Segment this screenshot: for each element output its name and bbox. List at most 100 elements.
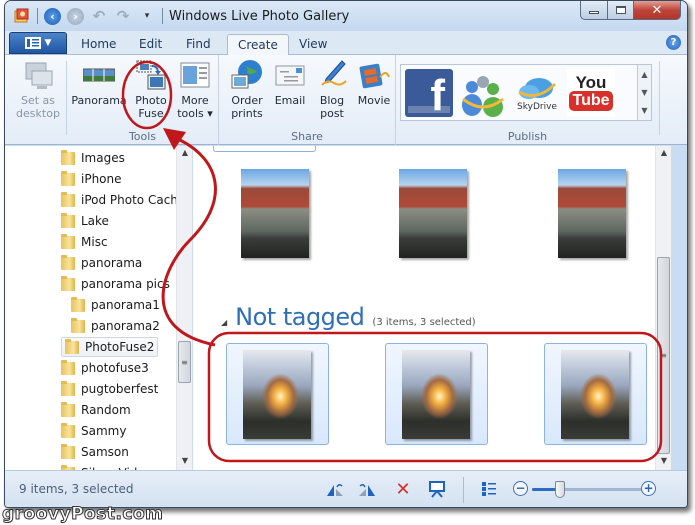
customize-dropdown-icon[interactable]: ▾ [138, 7, 156, 25]
desktop-icon [25, 62, 53, 89]
folder-tree-item[interactable]: panorama pics [61, 274, 170, 294]
folder-tree-item[interactable]: pugtoberfest [61, 379, 158, 399]
status-bar: 9 items, 3 selected ✕ − + [5, 470, 687, 507]
watermark: groovyPost.com [1, 504, 164, 525]
menu-icon [24, 37, 41, 49]
selected-photo-tile-1[interactable] [226, 343, 329, 445]
scroll-down-icon[interactable]: ▼ [177, 456, 193, 465]
folder-tree-scroll-thumb[interactable]: ≡ [178, 341, 191, 383]
tab-home[interactable]: Home [71, 34, 126, 55]
folder-tree-item[interactable]: iPod Photo Cache [61, 190, 185, 210]
folder-tree-item[interactable]: Lake [61, 211, 109, 231]
photo-fuse-button[interactable]: Photo Fuse [131, 59, 171, 120]
folder-tree-item[interactable]: Sammy [61, 421, 126, 441]
scroll-down-icon[interactable]: ▼ [656, 456, 672, 465]
tools-group-label: Tools [128, 130, 157, 143]
folder-tree-item[interactable]: panorama2 [71, 316, 160, 336]
folder-tree-item[interactable]: photofuse3 [61, 358, 149, 378]
skydrive-cloud-icon [518, 77, 557, 99]
folder-tree-item[interactable]: Random [61, 400, 131, 420]
movie-button[interactable]: Movie [355, 59, 393, 107]
gallery-expand-icon[interactable]: ▼ [641, 106, 647, 115]
folder-label: PhotoFuse2 [85, 340, 155, 354]
application-menu-button[interactable]: ▼ [9, 32, 67, 54]
photo-thumbnail-street-1[interactable] [241, 169, 309, 258]
folder-tree-item[interactable]: Images [61, 148, 125, 168]
help-icon[interactable]: ? [666, 35, 681, 50]
zoom-out-button[interactable]: − [513, 481, 528, 496]
scroll-up-icon[interactable]: ▲ [177, 148, 193, 157]
photo-browser-scroll-thumb[interactable]: ≡ [657, 257, 670, 454]
ribbon-tabs: ▼ Home Edit Find Create View ? [5, 31, 687, 56]
zoom-in-button[interactable]: + [641, 481, 656, 496]
folder-icon [61, 191, 75, 207]
folder-icon [61, 275, 75, 291]
gallery-scroll-up-icon[interactable]: ▲ [641, 70, 647, 79]
folder-label: panorama pics [81, 277, 170, 291]
close-icon: ✕ [651, 2, 663, 18]
folder-tree-item[interactable]: panorama [61, 253, 142, 273]
slideshow-button[interactable] [427, 479, 447, 499]
collapse-triangle-icon[interactable]: ◢ [221, 318, 227, 327]
rotate-left-button[interactable] [325, 479, 345, 499]
set-as-desktop-button[interactable]: Set as desktop [13, 59, 63, 120]
gallery-scroll-down-icon[interactable]: ▼ [641, 88, 647, 97]
group-header[interactable]: ◢ Not tagged (3 items, 3 selected) [221, 303, 476, 331]
photo-browser-scrollbar[interactable]: ▲ ≡ ▼ [655, 146, 671, 470]
scroll-up-icon[interactable]: ▲ [656, 148, 672, 157]
folder-label: iPhone [81, 172, 122, 186]
skydrive-publish-button[interactable]: SkyDrive [513, 69, 561, 117]
photo-thumbnail-street-3[interactable] [558, 169, 626, 258]
movie-filmstrip-icon [359, 63, 390, 89]
close-button[interactable]: ✕ [634, 1, 681, 20]
delete-button[interactable]: ✕ [393, 479, 413, 500]
tab-create[interactable]: Create [227, 34, 289, 56]
rotate-right-icon [359, 483, 375, 496]
folder-tree: Images iPhone iPod Photo Cache Lake Misc pano… [5, 146, 192, 470]
folder-tree-item[interactable]: Samson [61, 442, 129, 462]
photo-thumbnail-fireplace-3 [561, 350, 629, 439]
folder-tree-item[interactable]: PhotoFuse2 [61, 337, 159, 357]
minimize-icon [589, 10, 599, 14]
minimize-button[interactable] [580, 1, 608, 20]
blog-post-button[interactable]: Blog post [313, 59, 351, 120]
photo-thumbnail-street-2[interactable] [399, 169, 467, 258]
folder-tree-item[interactable]: panorama1 [71, 295, 160, 315]
maximize-button[interactable] [608, 1, 634, 20]
rotate-left-icon [327, 483, 343, 496]
windows-live-groups-publish-button[interactable] [459, 69, 507, 117]
back-icon[interactable]: ‹ [44, 7, 61, 25]
folder-tree-scrollbar[interactable]: ▲ ≡ ▼ [176, 146, 192, 470]
blog-post-label: Blog post [319, 94, 345, 120]
zoom-slider[interactable] [532, 481, 642, 498]
rotate-right-button[interactable] [357, 479, 377, 499]
forward-icon[interactable]: › [67, 7, 84, 25]
youtube-you-label: You [575, 73, 607, 92]
redo-icon[interactable]: ↷ [114, 7, 132, 25]
tab-find[interactable]: Find [176, 34, 221, 55]
panorama-button[interactable]: Panorama [71, 59, 127, 107]
window-title: Windows Live Photo Gallery [169, 8, 350, 24]
photo-thumbnail-fireplace-2 [402, 350, 470, 439]
details-view-button[interactable] [479, 479, 499, 499]
facebook-publish-button[interactable]: f [405, 68, 453, 117]
folder-tree-item[interactable]: Misc [61, 232, 108, 252]
folder-tree-item[interactable]: iPhone [61, 169, 122, 189]
tab-view[interactable]: View [289, 34, 337, 55]
youtube-publish-button[interactable]: You Tube [567, 68, 615, 117]
more-tools-button[interactable]: More tools ▾ [175, 59, 215, 120]
folder-tree-item[interactable]: Silver Videos [61, 463, 158, 470]
email-button[interactable]: Email [271, 59, 309, 107]
previous-tile[interactable] [213, 146, 316, 152]
order-prints-button[interactable]: Order prints [227, 59, 267, 120]
selected-photo-tile-2[interactable] [385, 343, 488, 445]
ribbon: Set as desktop Panorama Photo Fuse More … [5, 55, 687, 145]
app-icon[interactable] [13, 7, 31, 25]
undo-icon[interactable]: ↶ [90, 7, 108, 25]
folder-label: Random [81, 403, 131, 417]
selected-photo-tile-3[interactable] [544, 343, 647, 445]
tab-edit[interactable]: Edit [129, 34, 172, 55]
folder-label: panorama [81, 256, 143, 270]
minus-icon: − [515, 481, 526, 495]
zoom-slider-thumb[interactable] [554, 481, 565, 498]
